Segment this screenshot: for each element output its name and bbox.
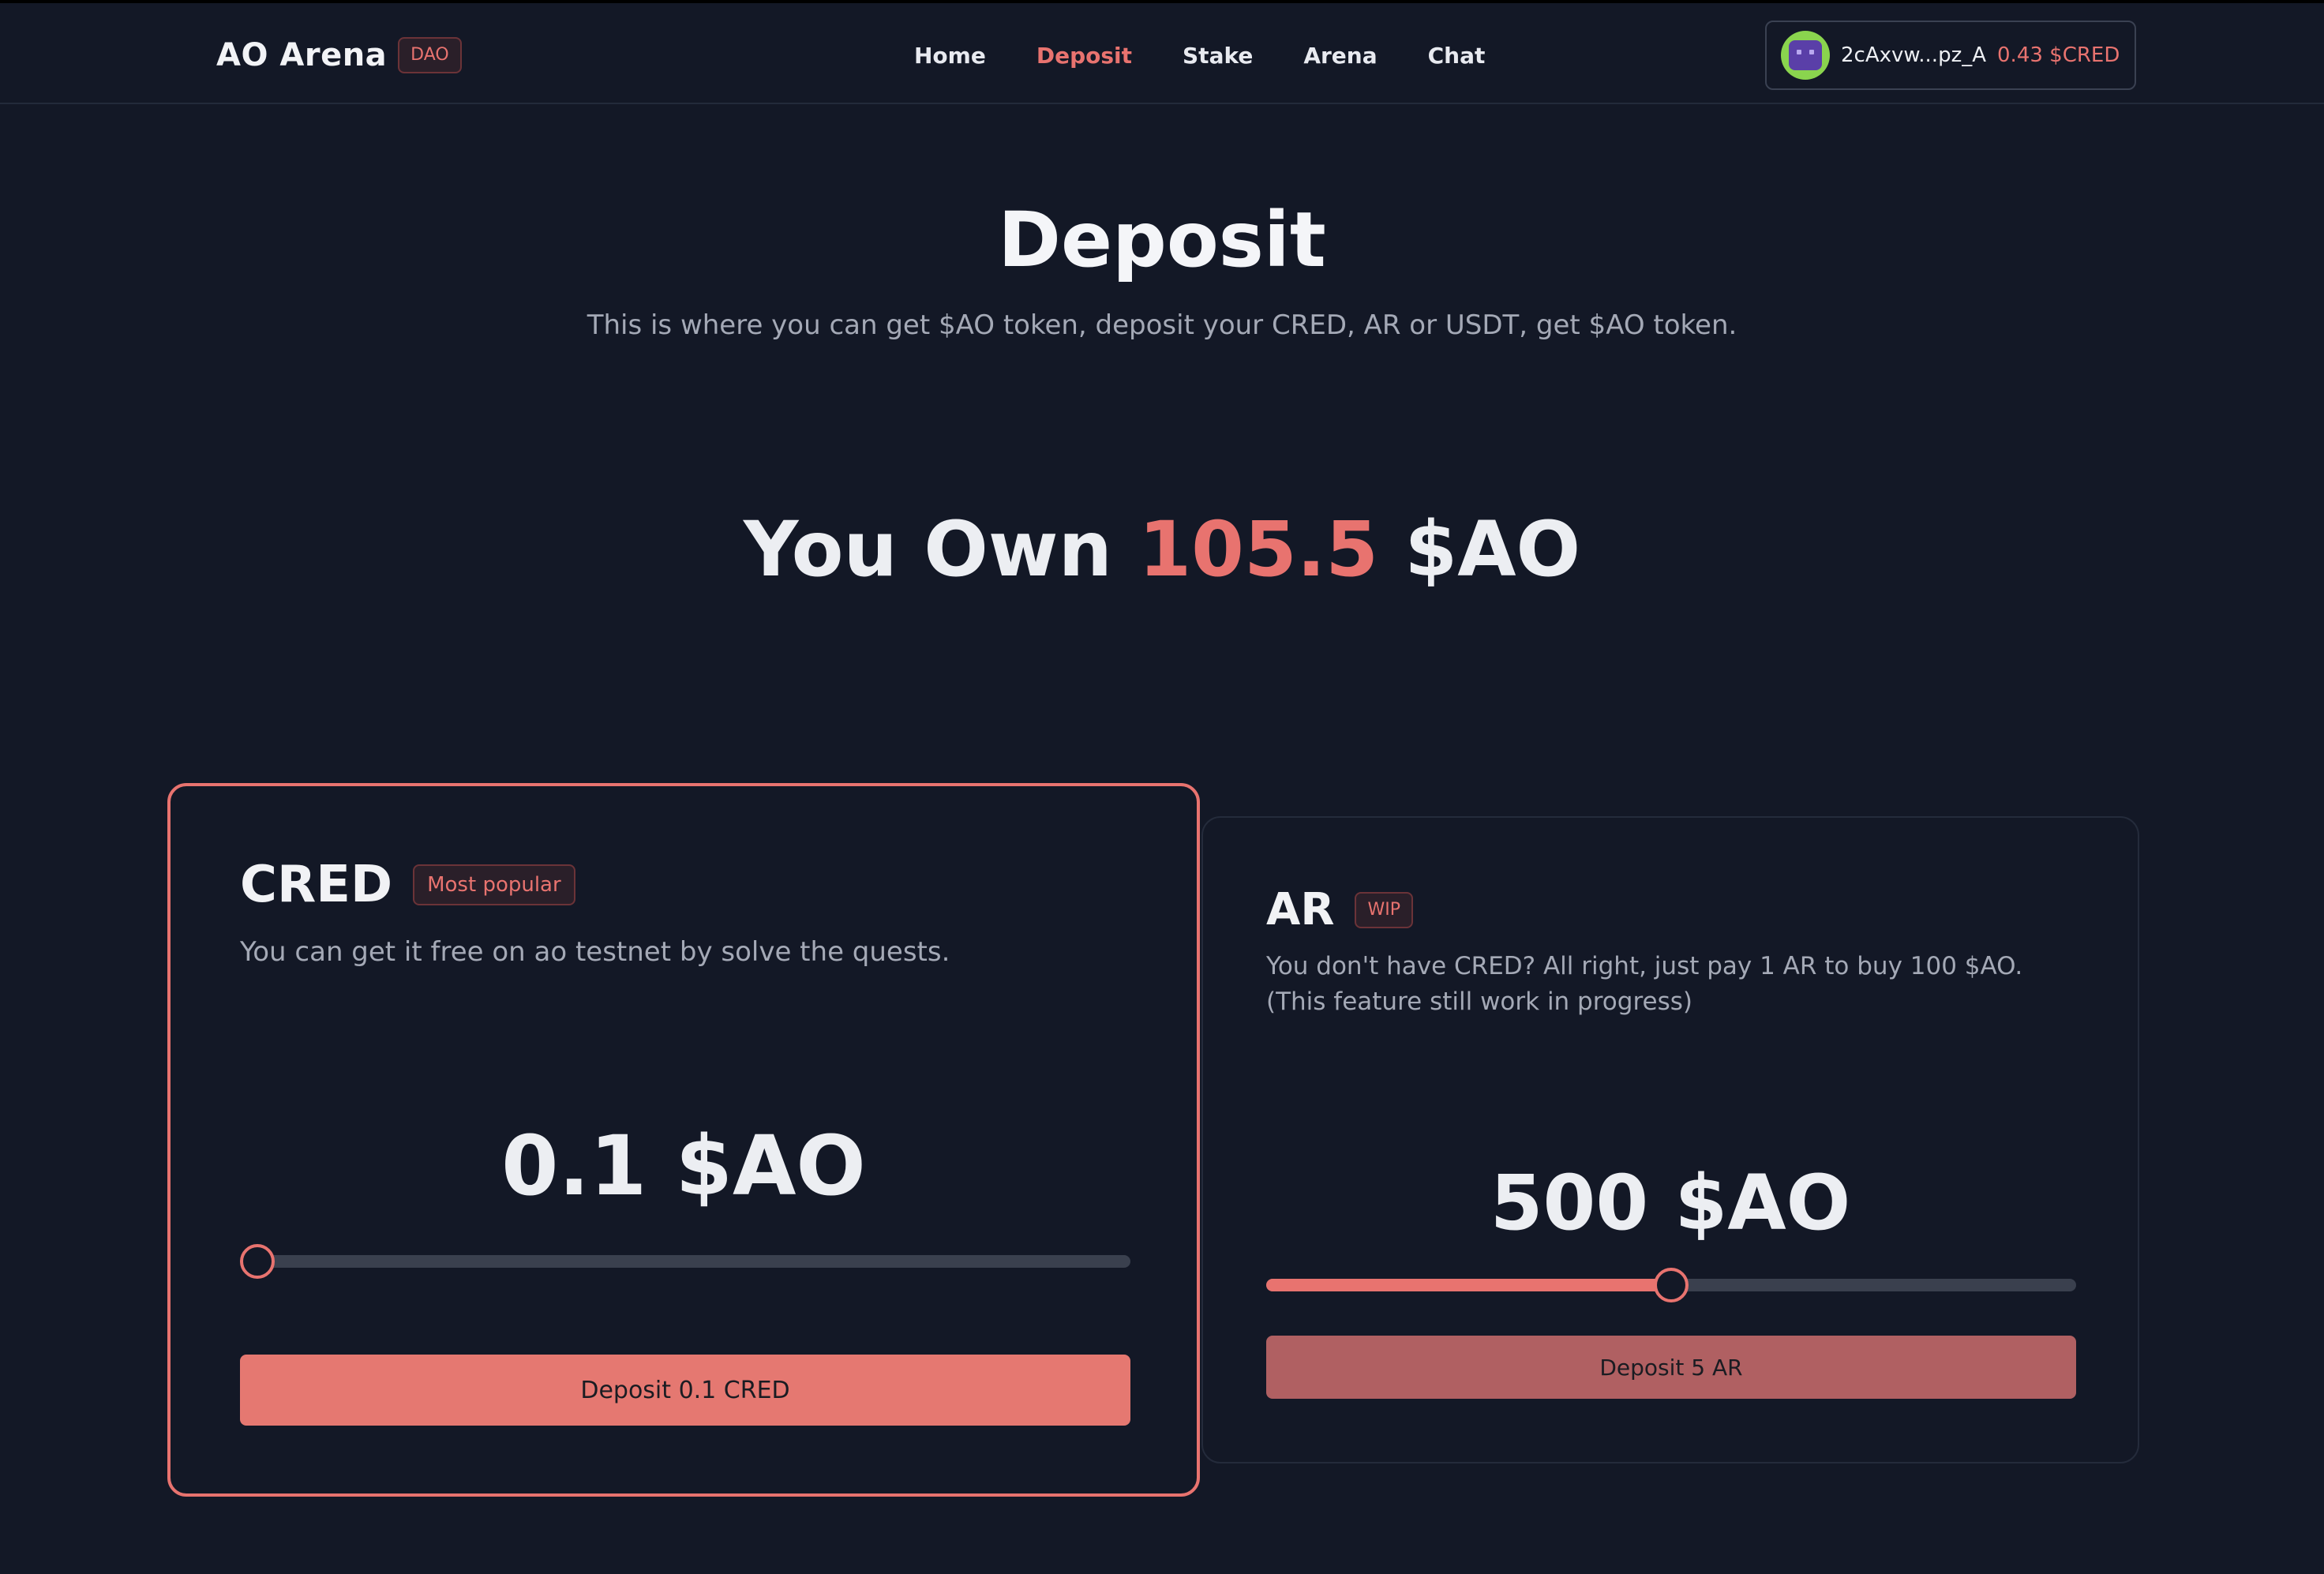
card-title: AR xyxy=(1266,884,1335,935)
owned-balance: You Own 105.5 $AO xyxy=(0,505,2324,594)
wallet-balance: 0.43 $CRED xyxy=(1997,43,2120,67)
card-title: CRED xyxy=(240,856,393,914)
page-title: Deposit xyxy=(998,196,1326,284)
deposit-amount: 0.1 $AO xyxy=(501,1118,866,1214)
nav-chat[interactable]: Chat xyxy=(1403,43,1511,69)
avatar-face-icon xyxy=(1789,40,1822,70)
deposit-cred-button[interactable]: Deposit 0.1 CRED xyxy=(240,1355,1130,1426)
amount-slider[interactable] xyxy=(240,1244,1130,1279)
card-header: CRED Most popular xyxy=(240,856,575,914)
card-header: AR WIP xyxy=(1266,884,1413,935)
avatar xyxy=(1781,31,1830,80)
dao-badge: DAO xyxy=(398,37,462,73)
owned-prefix: You Own xyxy=(743,505,1112,594)
navbar: AO Arena DAO Home Deposit Stake Arena Ch… xyxy=(0,3,2324,104)
wip-badge: WIP xyxy=(1355,891,1413,928)
owned-amount: 105.5 xyxy=(1138,505,1378,594)
deposit-ar-button[interactable]: Deposit 5 AR xyxy=(1266,1336,2076,1399)
wallet-button[interactable]: 2cAxvw...pz_A 0.43 $CRED xyxy=(1765,21,2136,90)
avatar-eye-icon xyxy=(1797,50,1801,54)
amount-slider[interactable] xyxy=(1266,1268,2076,1302)
card-description: You don't have CRED? All right, just pay… xyxy=(1266,952,2023,1016)
nav-stake[interactable]: Stake xyxy=(1157,43,1278,69)
wallet-address: 2cAxvw...pz_A xyxy=(1841,43,1987,67)
brand-name: AO Arena xyxy=(216,37,388,73)
deposit-amount: 500 $AO xyxy=(1490,1159,1851,1247)
slider-fill xyxy=(1266,1279,1671,1291)
slider-thumb[interactable] xyxy=(240,1244,275,1279)
main-nav: Home Deposit Stake Arena Chat xyxy=(889,35,1510,76)
card-description: You can get it free on ao testnet by sol… xyxy=(240,936,950,968)
avatar-eye-icon xyxy=(1809,50,1814,54)
nav-home[interactable]: Home xyxy=(889,43,1011,69)
owned-unit: $AO xyxy=(1404,505,1581,594)
ar-deposit-card: AR WIP You don't have CRED? All right, j… xyxy=(1201,816,2139,1463)
brand[interactable]: AO Arena DAO xyxy=(216,33,462,77)
most-popular-badge: Most popular xyxy=(413,864,575,905)
page-subtitle: This is where you can get $AO token, dep… xyxy=(587,309,1737,341)
slider-thumb[interactable] xyxy=(1654,1268,1689,1302)
cred-deposit-card: CRED Most popular You can get it free on… xyxy=(167,783,1200,1497)
nav-deposit[interactable]: Deposit xyxy=(1011,43,1157,69)
nav-arena[interactable]: Arena xyxy=(1278,43,1402,69)
